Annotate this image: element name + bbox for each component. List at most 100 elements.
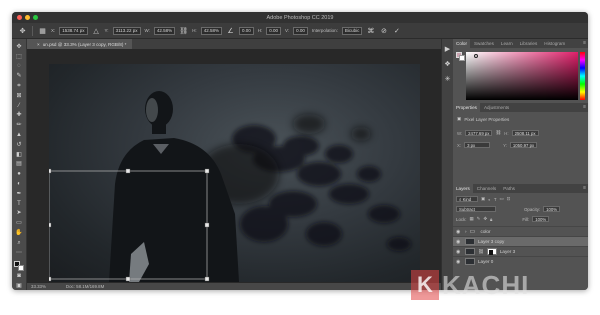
layer-row-layer-0[interactable]: ◉ Layer 0 (453, 256, 588, 266)
dodge-tool-icon[interactable]: ◐ (15, 180, 23, 188)
history-panel-icon[interactable]: ▶ (444, 45, 451, 53)
mask-link-icon[interactable]: ⛓ (478, 249, 484, 255)
tab-swatches[interactable]: Swatches (471, 39, 497, 48)
tab-properties[interactable]: Properties (453, 103, 480, 112)
background-color-swatch[interactable] (18, 264, 24, 271)
v-skew-field[interactable]: 0.00 (293, 26, 308, 35)
h-field[interactable]: 42.58% (200, 26, 222, 35)
move-tool-icon[interactable]: ✥ (18, 26, 27, 35)
eyedropper-tool-icon[interactable]: ⁄ (15, 102, 23, 110)
link-icon[interactable]: ⛓ (495, 130, 501, 136)
tab-adjustments[interactable]: Adjustments (481, 103, 512, 112)
quick-mask-icon[interactable]: ◙ (15, 272, 23, 280)
adjustment-panel-icon[interactable]: ✳ (444, 75, 451, 83)
photoshop-window: Adobe Photoshop CC 2019 ✥ ▦ X: 1538.74 p… (12, 12, 588, 290)
filter-smart-object-icon[interactable]: ⊡ (507, 196, 511, 202)
tab-learn[interactable]: Learn (498, 39, 516, 48)
canvas-area[interactable] (27, 49, 441, 283)
crop-tool-icon[interactable]: ⌗ (15, 82, 23, 90)
panel-menu-icon[interactable]: ≡ (583, 40, 586, 46)
color-picker-cursor[interactable] (474, 54, 478, 58)
pen-tool-icon[interactable]: ✒ (15, 190, 23, 198)
gradient-tool-icon[interactable]: ▤ (15, 161, 23, 169)
expand-chevron-icon[interactable]: › (465, 229, 467, 234)
lock-transparent-icon[interactable]: ▦ (470, 216, 474, 222)
clone-stamp-tool-icon[interactable]: ▲ (15, 131, 23, 139)
zoom-tool-icon[interactable]: ⌕ (15, 239, 23, 247)
visibility-eye-icon[interactable]: ◉ (456, 259, 462, 265)
x-field[interactable]: 1538.74 px (59, 26, 88, 35)
layer-mask-thumbnail[interactable] (486, 248, 497, 255)
y-field[interactable]: 1050.97 px (509, 142, 538, 148)
document-tab[interactable]: × un.psd @ 33.3% (Layer 3 copy, RGB/8) * (27, 39, 133, 49)
layer-row-color[interactable]: ◉ › ▭ color (453, 226, 588, 236)
interpolation-select[interactable]: Bicubic (341, 26, 363, 35)
blend-mode-select[interactable]: Subtract (456, 206, 496, 212)
move-tool-icon[interactable]: ✥ (15, 43, 23, 51)
brush-settings-panel-icon[interactable]: ❖ (444, 60, 451, 68)
link-icon[interactable]: ⛓ (179, 26, 188, 35)
width-field[interactable]: 2477.69 px (465, 130, 493, 136)
healing-brush-tool-icon[interactable]: ✚ (15, 112, 23, 120)
cancel-transform-icon[interactable]: ⊘ (379, 26, 388, 35)
w-field[interactable]: 42.58% (153, 26, 176, 35)
filter-pixel-icon[interactable]: ▣ (481, 196, 485, 202)
layer-row-layer-3[interactable]: ◉ ⛓ Layer 3 (453, 246, 588, 256)
tab-channels[interactable]: Channels (474, 184, 499, 193)
opacity-field[interactable]: 100% (543, 206, 561, 212)
more-tools-icon[interactable]: ⋯ (15, 249, 23, 257)
quick-select-tool-icon[interactable]: ✎ (15, 72, 23, 80)
tab-layers[interactable]: Layers (453, 184, 473, 193)
rectangle-tool-icon[interactable]: ▭ (15, 219, 23, 227)
visibility-eye-icon[interactable]: ◉ (456, 249, 462, 255)
screen-mode-icon[interactable]: ▣ (15, 282, 23, 290)
commit-transform-icon[interactable]: ✓ (392, 26, 401, 35)
y-field[interactable]: 3113.22 px (112, 26, 141, 35)
color-panel-swatches[interactable] (456, 52, 465, 61)
reference-point-icon[interactable]: ▦ (38, 26, 47, 35)
tab-libraries[interactable]: Libraries (517, 39, 541, 48)
visibility-eye-icon[interactable]: ◉ (456, 239, 462, 245)
layer-row-layer-3-copy[interactable]: ◉ Layer 3 copy (453, 236, 588, 246)
blur-tool-icon[interactable]: ● (15, 170, 23, 178)
filter-shape-icon[interactable]: ▭ (500, 196, 504, 202)
filter-adjustment-icon[interactable]: ◐ (488, 197, 491, 202)
marquee-tool-icon[interactable]: ⬚ (15, 53, 23, 61)
document-canvas[interactable] (49, 64, 420, 282)
zoom-level[interactable]: 33.33% (31, 284, 46, 289)
eraser-tool-icon[interactable]: ◧ (15, 151, 23, 159)
lasso-tool-icon[interactable]: ◌ (15, 63, 23, 71)
layer-filter-select[interactable]: ⌕ Kind (456, 196, 478, 202)
x-field[interactable]: 3 px (464, 142, 491, 148)
lock-position-icon[interactable]: ✥ (483, 216, 487, 222)
frame-tool-icon[interactable]: ⊠ (15, 92, 23, 100)
tab-histogram[interactable]: Histogram (541, 39, 568, 48)
close-window-button[interactable] (17, 15, 22, 20)
panel-menu-icon[interactable]: ≡ (583, 185, 586, 191)
type-tool-icon[interactable]: T (15, 200, 23, 208)
hand-tool-icon[interactable]: ✋ (15, 229, 23, 237)
color-picker-field[interactable] (466, 52, 578, 100)
color-swatches[interactable] (14, 260, 24, 271)
hue-slider[interactable] (580, 52, 585, 100)
panel-menu-icon[interactable]: ≡ (583, 104, 586, 110)
filter-type-icon[interactable]: T (494, 197, 497, 202)
warp-icon[interactable]: ⌘ (366, 26, 375, 35)
angle-field[interactable]: 0.00 (238, 26, 254, 35)
h-skew-field[interactable]: 0.00 (266, 26, 281, 35)
zoom-window-button[interactable] (33, 15, 38, 20)
close-tab-icon[interactable]: × (37, 42, 40, 47)
path-selection-tool-icon[interactable]: ➤ (15, 210, 23, 218)
tab-color[interactable]: Color (453, 39, 470, 48)
brush-tool-icon[interactable]: ✏ (15, 121, 23, 129)
lock-all-icon[interactable]: 🔒︎ (490, 217, 492, 222)
height-field[interactable]: 2508.11 px (511, 130, 539, 136)
history-brush-tool-icon[interactable]: ↺ (15, 141, 23, 149)
tab-paths[interactable]: Paths (500, 184, 518, 193)
minimize-window-button[interactable] (25, 15, 30, 20)
visibility-eye-icon[interactable]: ◉ (456, 229, 462, 235)
background-color-swatch[interactable] (459, 55, 465, 61)
lock-image-icon[interactable]: ✎ (477, 216, 481, 222)
fill-field[interactable]: 100% (532, 216, 550, 222)
document-size-info[interactable]: Doc: 58.1M/169.8M (66, 284, 104, 289)
